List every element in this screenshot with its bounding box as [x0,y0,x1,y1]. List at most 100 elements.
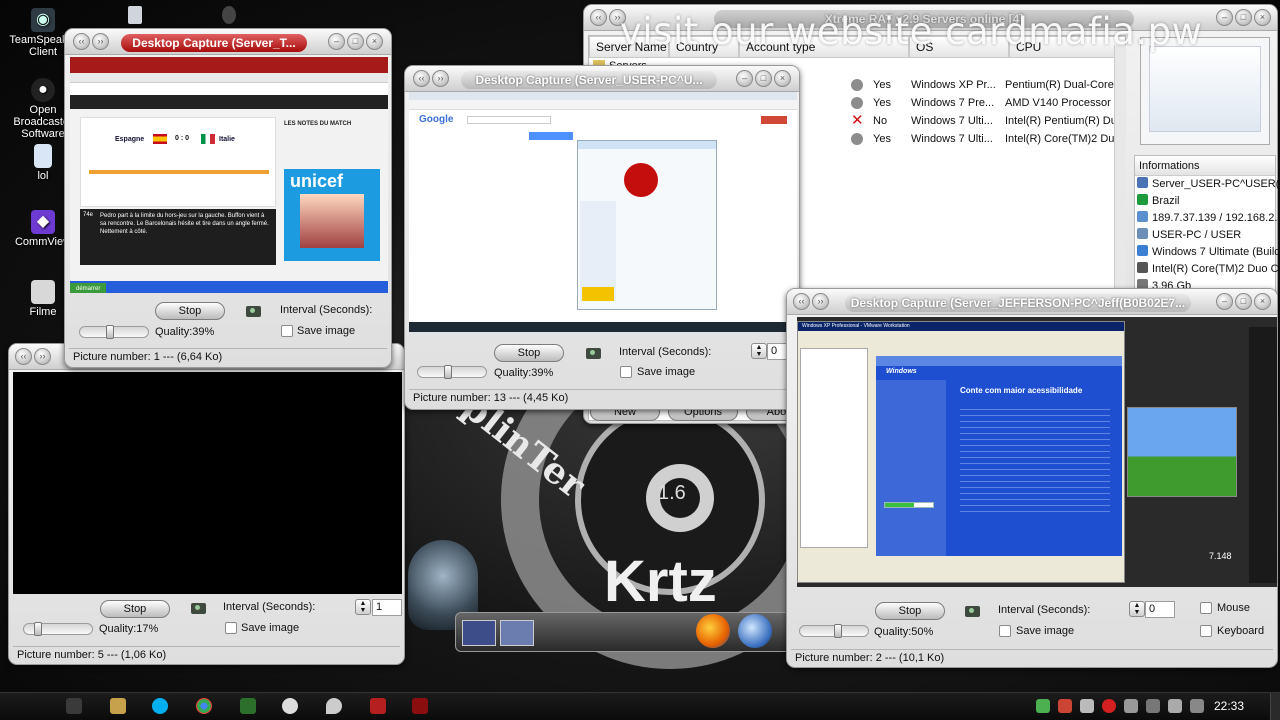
signal-icon[interactable] [1146,699,1160,713]
nav-left-icon[interactable]: ‹‹ [590,9,607,26]
close-icon[interactable]: × [366,33,383,50]
quality-slider[interactable] [417,365,487,379]
start-icon[interactable] [66,698,82,714]
status-bar: Picture number: 1 --- (6,64 Ko) [69,348,387,365]
dock-icon-2[interactable] [500,620,534,646]
quality-slider[interactable] [799,624,869,638]
stop-button[interactable]: Stop [155,302,225,320]
nav-left-icon[interactable]: ‹‹ [793,293,810,310]
capture-screen-4[interactable]: Windows XP Professional - VMware Worksta… [797,317,1277,587]
close-icon[interactable]: × [774,70,791,87]
recycle-bin-icon[interactable] [128,6,142,24]
maximize-icon[interactable]: □ [347,33,364,50]
mouse-checkbox[interactable] [1200,602,1212,614]
nav-left-icon[interactable]: ‹‹ [15,348,32,365]
rat-app-icon[interactable] [412,698,428,714]
show-desktop-button[interactable] [1270,693,1280,720]
stop-button[interactable]: Stop [494,344,564,362]
interval-label: Interval (Seconds): [280,304,373,316]
folder-icon [31,280,55,304]
titlebar-4[interactable]: ‹‹ ›› Desktop Capture (Server_JEFFERSON-P… [787,289,1277,315]
match-card: Espagne 0 : 0 Italie [80,117,276,207]
unicef-banner: unicef [284,169,380,261]
stop-button[interactable]: Stop [100,600,170,618]
info-cpu: Intel(R) Core(TM)2 Duo CF [1137,261,1280,278]
capture-screen-2[interactable]: Google [409,92,797,332]
status-bar: Picture number: 2 --- (10,1 Ko) [791,649,1273,666]
titlebar-2[interactable]: ‹‹ ›› Desktop Capture (Server_USER-PC^U..… [405,66,799,92]
save-image-checkbox[interactable] [225,622,237,634]
capture-screen-3[interactable] [13,372,402,594]
clock[interactable]: 22:33 [1214,699,1244,713]
network-tool-icon[interactable] [240,698,256,714]
remote-taskbar: démarrer [70,281,388,293]
tray-icon-2[interactable] [1058,699,1072,713]
nav-left-icon[interactable]: ‹‹ [73,33,90,50]
info-country: Brazil [1137,193,1180,210]
chrome-icon[interactable] [196,698,212,714]
save-image-checkbox[interactable] [999,625,1011,637]
interval-spinner[interactable]: ▲ ▼ [751,343,767,359]
nav-right-icon[interactable]: ›› [92,33,109,50]
desktop-app-icon[interactable] [222,6,236,24]
slider-knob[interactable] [106,325,114,339]
flag-icon[interactable] [1190,699,1204,713]
nav-right-icon[interactable]: ›› [34,348,51,365]
save-image-checkbox[interactable] [620,366,632,378]
stop-button[interactable]: Stop [875,602,945,620]
tray-icon-5[interactable] [1124,699,1138,713]
keyboard-checkbox[interactable] [1200,625,1212,637]
nav-right-icon[interactable]: ›› [432,70,449,87]
save-image-checkbox[interactable] [281,325,293,337]
setup-heading: Conte com maior acessibilidade [960,386,1083,395]
close-icon[interactable]: × [1254,293,1271,310]
tray-icon-1[interactable] [1036,699,1050,713]
taskbar: 22:33 [0,692,1280,720]
quality-label: Quality:50% [874,626,934,638]
titlebar-1[interactable]: ‹‹ ›› Desktop Capture (Server_T... – □ × [65,29,391,55]
info-os: Windows 7 Ultimate (Build [1137,244,1280,261]
quality-label: Quality:17% [99,623,159,635]
interval-input[interactable]: 0 [1145,601,1175,618]
tray-icon-3[interactable] [1080,699,1094,713]
camera-icon[interactable] [586,348,601,359]
dock-icon-1[interactable] [462,620,496,646]
interval-spinner[interactable]: ▲ ▼ [1129,601,1145,617]
interval-input[interactable]: 1 [372,599,402,616]
save-image-label: Save image [297,325,356,337]
capture-window-title: Desktop Capture (Server_USER-PC^U... [461,71,717,89]
tray-icon-4[interactable] [1102,699,1116,713]
interval-label: Interval (Seconds): [223,601,316,613]
nav-right-icon[interactable]: ›› [812,293,829,310]
cinema4d-icon[interactable] [738,614,772,648]
counter-label: 7.148 [1209,551,1232,561]
brazil-flag-icon [1137,194,1148,205]
info-pc-user: USER-PC / USER [1137,227,1241,244]
slider-knob[interactable] [444,365,452,379]
camera-icon[interactable] [965,606,980,617]
minimize-icon[interactable]: – [1216,293,1233,310]
nav-left-icon[interactable]: ‹‹ [413,70,430,87]
camera-icon[interactable] [246,306,261,317]
minimize-icon[interactable]: – [328,33,345,50]
spain-flag-icon [153,134,167,144]
slider-knob[interactable] [834,624,842,638]
quality-slider[interactable] [79,325,149,339]
volume-icon[interactable] [1168,699,1182,713]
maximize-icon[interactable]: □ [755,70,772,87]
firefox-icon[interactable] [696,614,730,648]
maximize-icon[interactable]: □ [1235,293,1252,310]
quality-slider[interactable] [23,622,93,636]
drop-icon[interactable] [326,698,342,714]
slider-knob[interactable] [34,622,42,636]
status-bar: Picture number: 13 --- (4,45 Ko) [409,389,795,406]
desktop-capture-window-1: ‹‹ ›› Desktop Capture (Server_T... – □ × Es… [64,28,392,368]
minimize-icon[interactable]: – [736,70,753,87]
camera-icon[interactable] [191,603,206,614]
interval-spinner[interactable]: ▲ ▼ [355,599,371,615]
capture-screen-1[interactable]: Espagne 0 : 0 Italie 74e Pedro part à la… [70,57,388,293]
file-explorer-icon[interactable] [110,698,126,714]
skype-icon[interactable] [152,698,168,714]
steam-icon[interactable] [282,698,298,714]
filezilla-icon[interactable] [370,698,386,714]
